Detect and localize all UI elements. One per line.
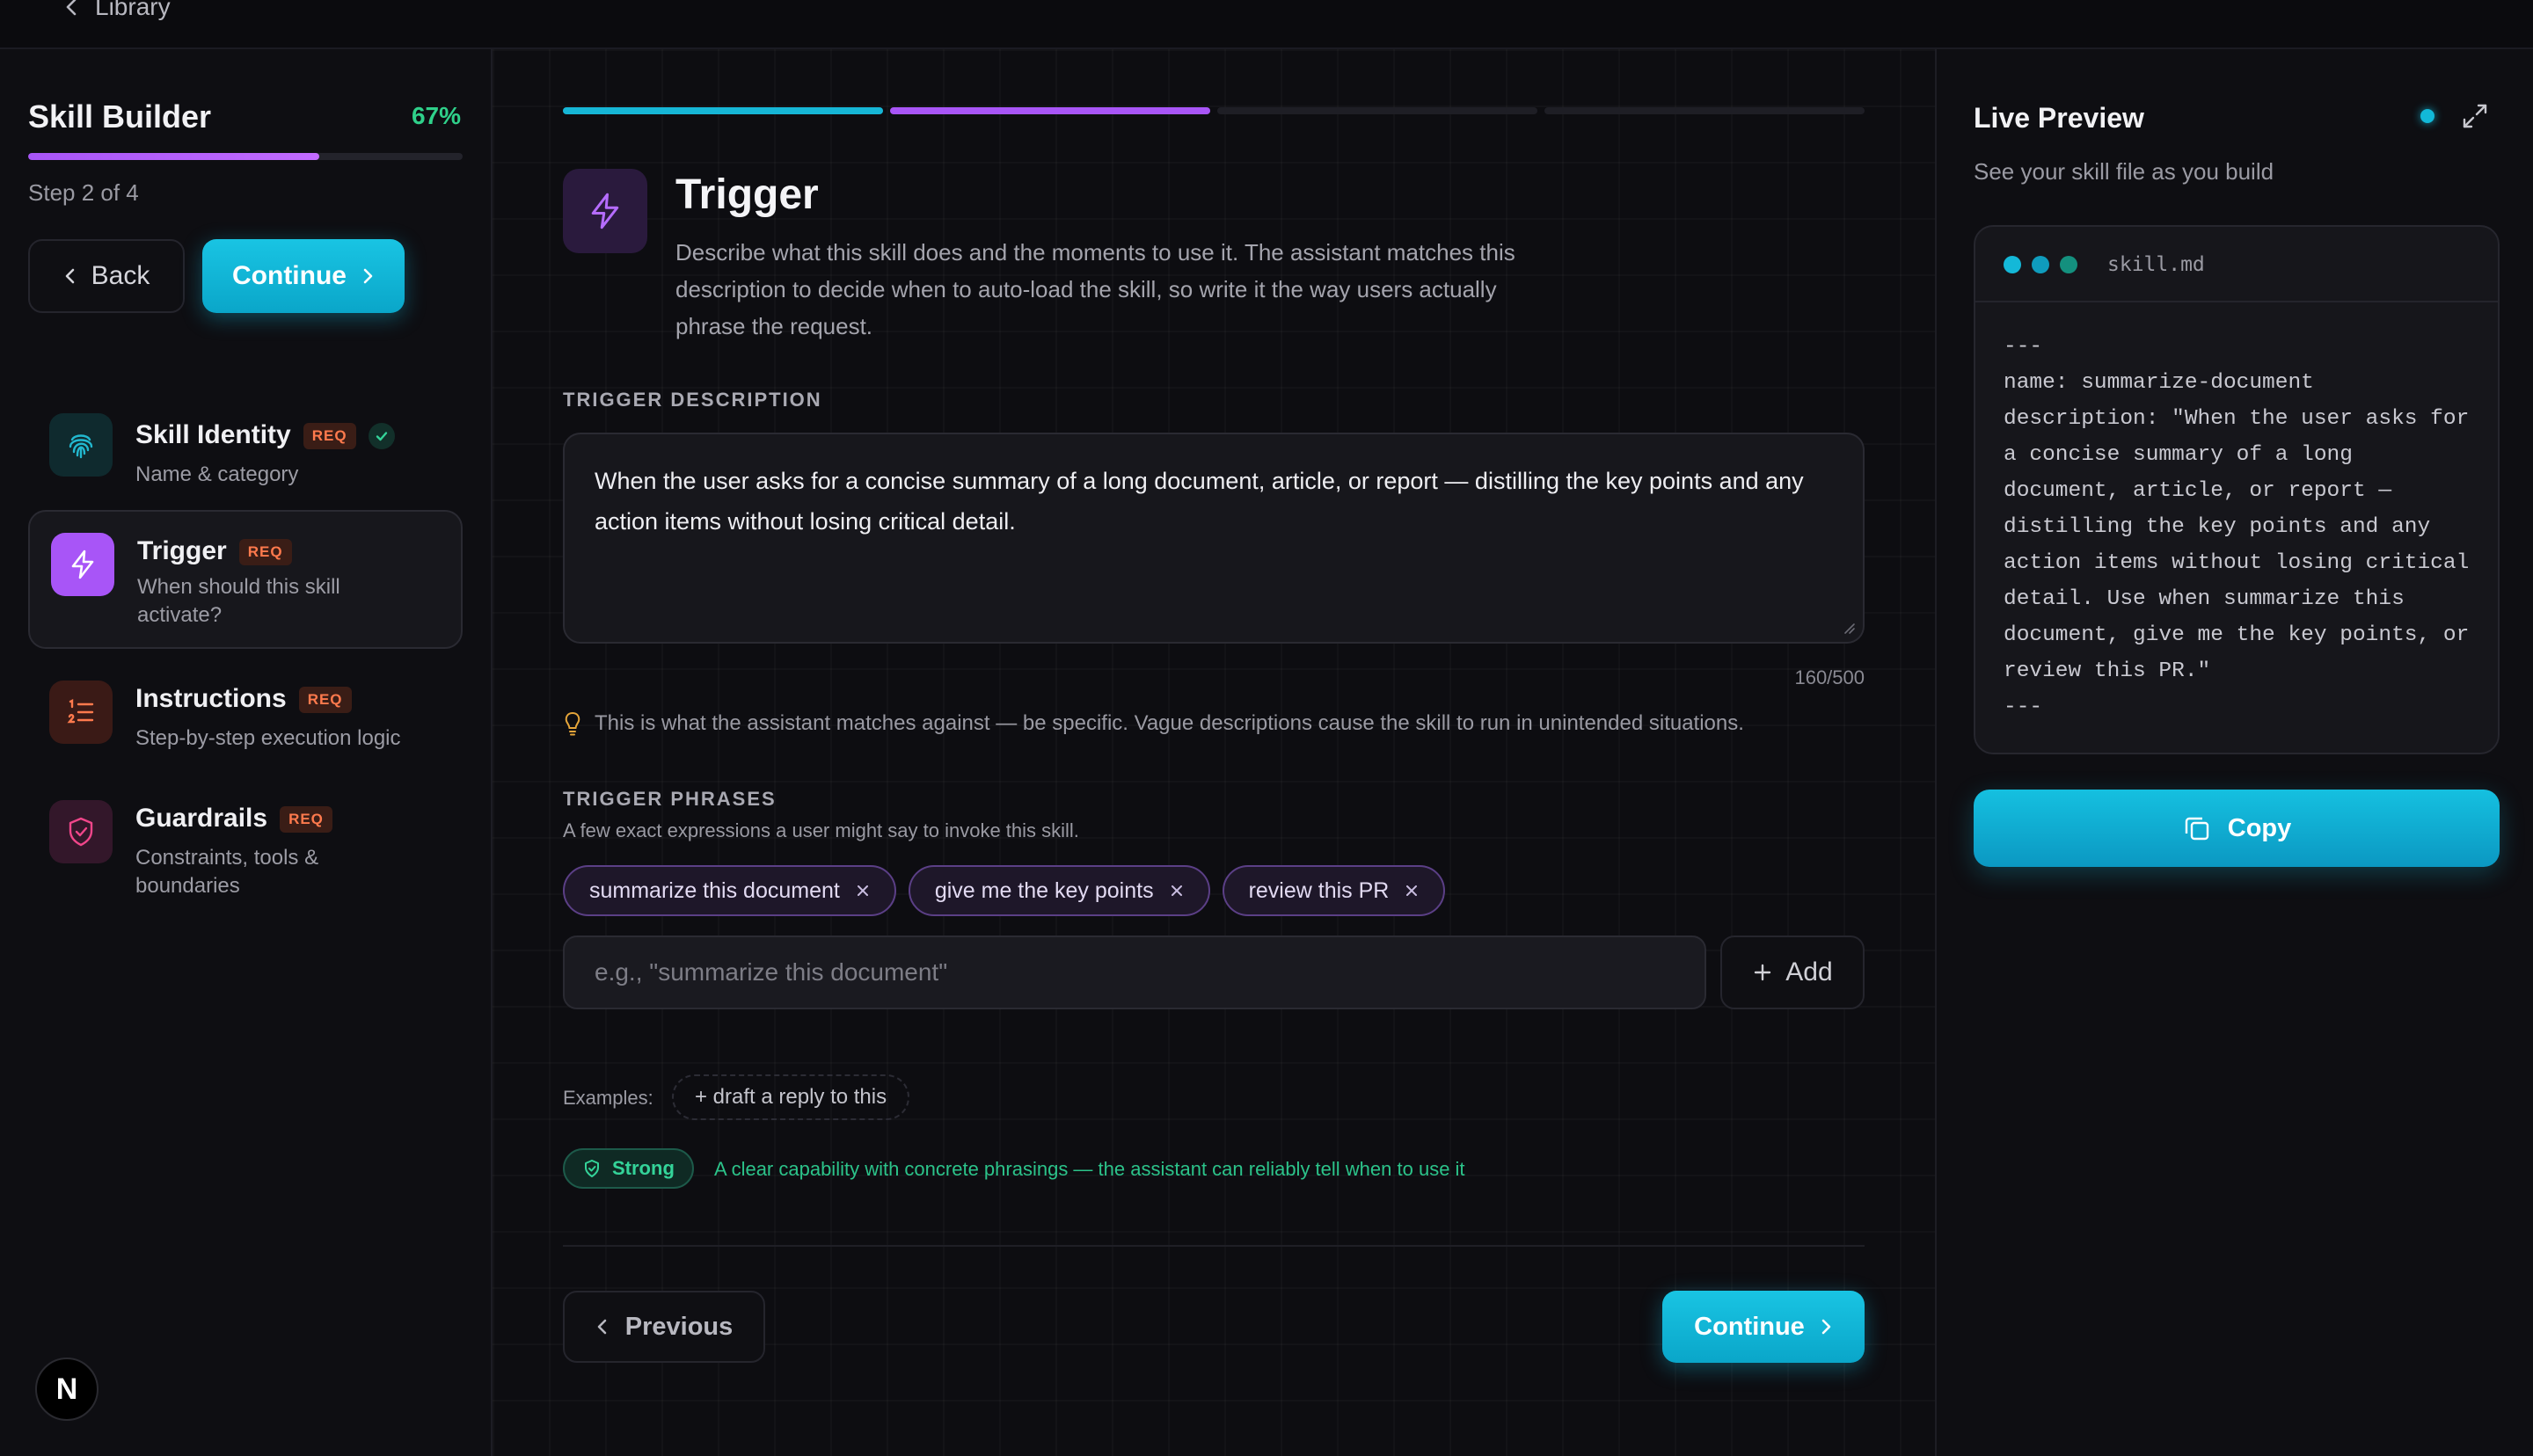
- req-badge: REQ: [238, 539, 292, 566]
- copy-button[interactable]: Copy: [1974, 790, 2500, 867]
- step-subtitle: Name & category: [135, 462, 299, 486]
- chevron-left-icon: [65, 268, 74, 284]
- preview-subtitle: See your skill file as you build: [1974, 158, 2274, 185]
- hint-label: This is what the assistant matches again…: [595, 711, 1744, 735]
- divider: [563, 1245, 1865, 1247]
- strength-label: Strong: [612, 1157, 675, 1179]
- shield-check-icon: [585, 1160, 599, 1177]
- chevron-right-icon: [1821, 1319, 1831, 1335]
- check-icon: [368, 423, 395, 450]
- phrase-chips: summarize this document give me the key …: [563, 865, 1446, 916]
- chevron-left-icon: [66, 0, 77, 16]
- add-phrase-button[interactable]: Add: [1720, 935, 1865, 1009]
- step-title: Instructions: [135, 684, 287, 713]
- page-title: Trigger: [675, 171, 819, 218]
- strength-description: A clear capability with concrete phrasin…: [714, 1158, 1465, 1180]
- phrase-input[interactable]: [563, 935, 1706, 1009]
- phrase-chip-label: review this PR: [1248, 877, 1390, 903]
- code-card-header: skill.md: [1975, 227, 2498, 302]
- phrase-chip[interactable]: give me the key points: [908, 865, 1210, 916]
- phrase-chip[interactable]: summarize this document: [563, 865, 896, 916]
- progress-bar-fill: [28, 153, 319, 160]
- step-item-instructions[interactable]: Instructions REQ Step-by-step execution l…: [28, 663, 463, 768]
- library-back-label: Library: [95, 0, 171, 20]
- previous-button[interactable]: Previous: [563, 1291, 765, 1363]
- top-bar: Library: [0, 0, 2533, 49]
- app-logo[interactable]: N: [35, 1358, 99, 1421]
- window-dot: [2004, 256, 2021, 273]
- library-back-link[interactable]: Library: [63, 0, 171, 21]
- sidebar-title: Skill Builder: [28, 98, 212, 135]
- chevron-right-icon: [363, 268, 373, 284]
- expand-icon[interactable]: [2459, 100, 2491, 132]
- progress-segment-1: [563, 107, 883, 114]
- shield-icon: [49, 800, 113, 863]
- continue-button-label: Continue: [1694, 1312, 1805, 1341]
- step-indicator: Step 2 of 4: [28, 179, 139, 206]
- step-subtitle: Constraints, tools & boundaries: [135, 846, 319, 898]
- phrase-chip-label: give me the key points: [934, 877, 1154, 903]
- req-badge: REQ: [298, 687, 352, 714]
- step-title: Skill Identity: [135, 420, 291, 449]
- fingerprint-icon: [49, 413, 113, 477]
- numbered-list-icon: [49, 681, 113, 744]
- window-dot: [2060, 256, 2077, 273]
- main-panel: Trigger Describe what this skill does an…: [493, 49, 1935, 1456]
- character-count: 160/500: [1794, 666, 1865, 688]
- phrase-chip[interactable]: review this PR: [1222, 865, 1446, 916]
- continue-button-bottom[interactable]: Continue: [1662, 1291, 1865, 1363]
- chevron-left-icon: [597, 1319, 607, 1335]
- trigger-phrases-label: TRIGGER PHRASES: [563, 788, 777, 810]
- step-item-trigger[interactable]: Trigger REQ When should this skill activa…: [28, 510, 463, 649]
- progress-bar: [28, 153, 463, 160]
- continue-button-top[interactable]: Continue: [202, 239, 405, 313]
- hint-text: This is what the assistant matches again…: [563, 710, 1744, 737]
- code-filename: skill.md: [2107, 253, 2205, 276]
- lightning-icon: [51, 533, 114, 596]
- close-icon[interactable]: [856, 884, 870, 898]
- trigger-description-label: TRIGGER DESCRIPTION: [563, 389, 822, 411]
- add-button-label: Add: [1785, 957, 1833, 986]
- sidebar: Skill Builder 67% Step 2 of 4 Back Conti…: [0, 49, 493, 1456]
- step-subtitle: When should this skill activate?: [137, 575, 340, 627]
- step-item-skill-identity[interactable]: Skill Identity REQ Name & category: [28, 394, 463, 496]
- strength-badge: Strong: [563, 1148, 694, 1189]
- progress-segment-4: [1544, 107, 1865, 114]
- step-title: Guardrails: [135, 804, 268, 833]
- example-phrase-chip[interactable]: + draft a reply to this: [672, 1074, 910, 1120]
- lightning-icon: [563, 169, 647, 253]
- progress-segment-3: [1217, 107, 1537, 114]
- copy-icon: [2185, 817, 2208, 841]
- trigger-phrases-subtitle: A few exact expressions a user might say…: [563, 819, 1079, 841]
- req-badge: REQ: [303, 423, 356, 450]
- step-title: Trigger: [137, 536, 227, 565]
- live-indicator: [2420, 109, 2434, 123]
- copy-button-label: Copy: [2227, 813, 2292, 842]
- window-dot: [2032, 256, 2049, 273]
- resize-handle-icon[interactable]: [1842, 621, 1856, 635]
- phrase-chip-label: summarize this document: [589, 877, 840, 903]
- req-badge: REQ: [280, 806, 332, 834]
- live-preview-panel: Live Preview See your skill file as you …: [1935, 49, 2533, 1456]
- back-button-label: Back: [91, 261, 150, 290]
- preview-title: Live Preview: [1974, 102, 2144, 134]
- code-preview-card: skill.md --- name: summarize-document de…: [1974, 225, 2500, 754]
- code-content: --- name: summarize-document description…: [2004, 335, 2470, 719]
- close-icon[interactable]: [1405, 884, 1419, 898]
- close-icon[interactable]: [1170, 884, 1184, 898]
- step-item-guardrails[interactable]: Guardrails REQ Constraints, tools & bound…: [28, 783, 463, 914]
- trigger-description-input[interactable]: When the user asks for a concise summary…: [563, 433, 1865, 644]
- plus-icon: [1755, 964, 1771, 981]
- trigger-description-value: When the user asks for a concise summary…: [595, 468, 1804, 535]
- lightbulb-icon: [565, 711, 580, 736]
- progress-percent: 67%: [411, 102, 461, 129]
- step-subtitle: Step-by-step execution logic: [135, 726, 401, 750]
- previous-button-label: Previous: [624, 1312, 734, 1341]
- back-button[interactable]: Back: [28, 239, 185, 313]
- examples-label: Examples:: [563, 1087, 653, 1109]
- continue-button-label: Continue: [232, 261, 347, 290]
- page-description: Describe what this skill does and the mo…: [675, 239, 1515, 339]
- progress-segment-2: [890, 107, 1210, 114]
